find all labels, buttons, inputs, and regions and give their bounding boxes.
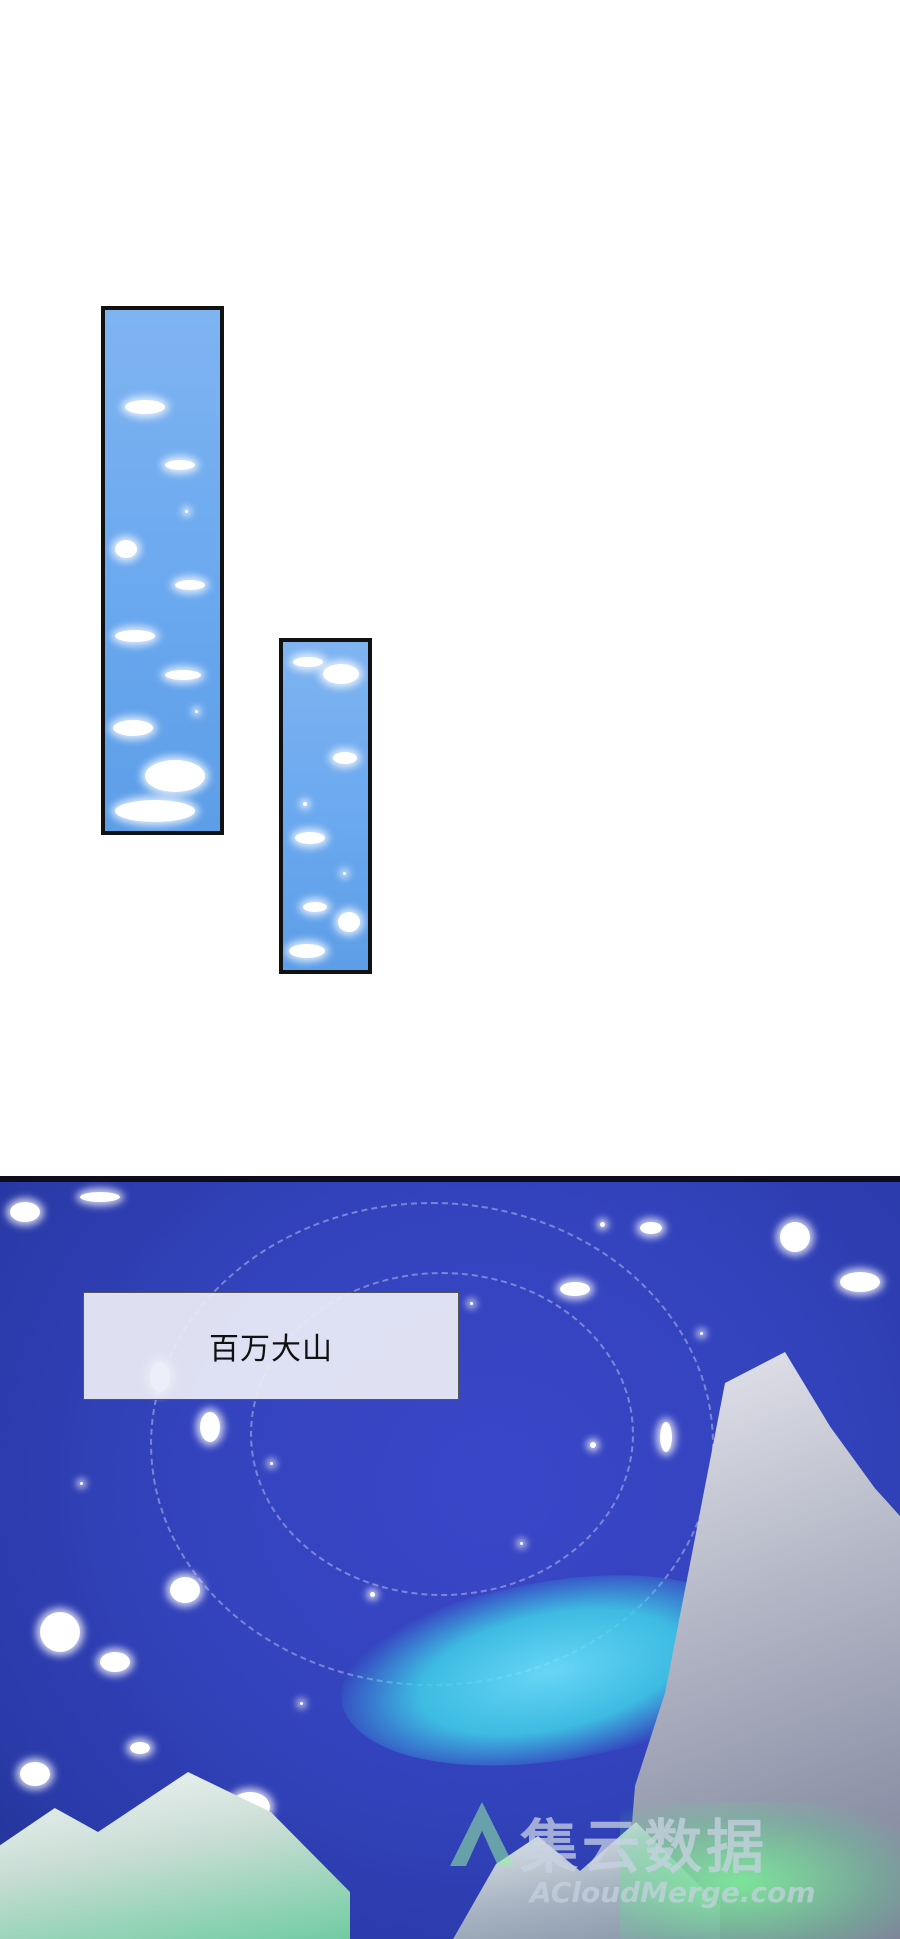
cloud-icon: [293, 657, 323, 667]
watermark-english: ACloudMerge.com: [530, 1876, 816, 1909]
cloud-icon: [115, 800, 195, 822]
sparkle-icon: [370, 1592, 375, 1597]
cloud-icon: [80, 1192, 120, 1202]
sparkle-icon: [303, 802, 307, 806]
sparkle-icon: [185, 510, 188, 513]
cloud-icon: [20, 1762, 50, 1786]
cloud-icon: [200, 1412, 220, 1442]
cloud-icon: [165, 670, 201, 680]
cloud-icon: [333, 752, 357, 764]
sparkle-icon: [80, 1482, 83, 1485]
cloud-icon: [113, 720, 153, 736]
cloud-icon: [840, 1272, 880, 1292]
cloud-icon: [40, 1612, 80, 1652]
sparkle-icon: [195, 710, 198, 713]
watermark-chinese: 集云数据: [520, 1813, 769, 1881]
sparkle-icon: [270, 1462, 273, 1465]
sparkle-icon: [700, 1332, 703, 1335]
sparkle-icon: [520, 1542, 523, 1545]
sparkle-icon: [343, 872, 346, 875]
sparkle-icon: [590, 1442, 596, 1448]
cloud-icon: [323, 664, 359, 684]
cloud-icon: [289, 944, 325, 958]
cloud-icon: [640, 1222, 662, 1234]
cloud-icon: [130, 1742, 150, 1754]
cloud-icon: [780, 1222, 810, 1252]
cloud-icon: [660, 1422, 672, 1452]
sparkle-icon: [300, 1702, 303, 1705]
mountain-icon: [0, 1772, 350, 1939]
cloud-icon: [170, 1577, 200, 1603]
caption-text: 百万大山: [209, 1332, 333, 1367]
sparkle-icon: [600, 1222, 605, 1227]
cloud-icon: [115, 540, 137, 558]
cloud-icon: [125, 400, 165, 414]
sky-panel-short: [279, 638, 372, 974]
caption-box: 百万大山: [83, 1292, 459, 1400]
cloud-icon: [295, 832, 325, 844]
cloud-icon: [175, 580, 205, 590]
cloud-icon: [165, 460, 195, 470]
cloud-icon: [10, 1202, 40, 1222]
sky-panel-tall: [101, 306, 224, 835]
watermark: 集云数据 ACloudMerge.com: [450, 1800, 900, 1939]
sparkle-icon: [470, 1302, 473, 1305]
cloud-icon: [100, 1652, 130, 1672]
cloud-icon: [145, 760, 205, 792]
cloud-icon: [303, 902, 327, 912]
cloud-icon: [560, 1282, 590, 1296]
cloud-icon: [115, 630, 155, 642]
cloud-icon: [338, 912, 360, 932]
